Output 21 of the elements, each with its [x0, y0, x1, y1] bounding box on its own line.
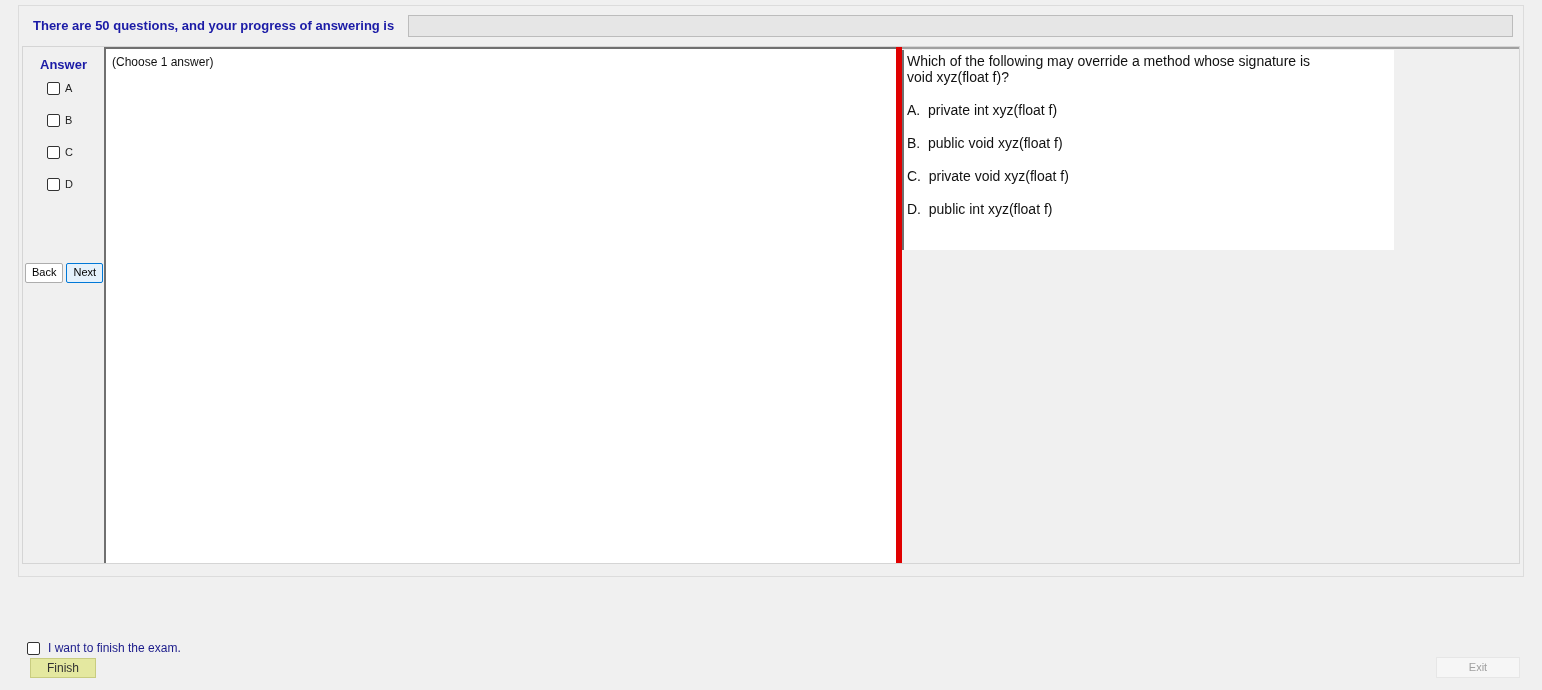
option-letter: C	[65, 145, 73, 161]
answer-checkbox[interactable]	[47, 114, 60, 127]
question-choice: B. public void xyz(float f)	[907, 135, 1064, 151]
option-letter: D	[65, 177, 73, 193]
back-button[interactable]: Back	[25, 262, 64, 283]
question-choice: A. private int xyz(float f)	[907, 102, 1059, 118]
answer-checkbox[interactable]	[47, 146, 60, 159]
progress-caption: There are 50 questions, and your progress of answering is	[33, 17, 395, 36]
finish-checkbox[interactable]	[27, 641, 40, 655]
answer-checkbox[interactable]	[47, 178, 60, 191]
answer-heading: Answer	[40, 56, 87, 74]
next-button[interactable]: Next	[66, 262, 104, 283]
answer-text-area[interactable]: (Choose 1 answer)	[104, 47, 896, 563]
finish-label: I want to finish the exam.	[48, 640, 181, 657]
finish-button[interactable]: Finish	[30, 658, 96, 678]
question-choice: C. private void xyz(float f)	[907, 168, 1070, 184]
answer-checkbox[interactable]	[47, 82, 60, 95]
option-letter: B	[65, 113, 73, 129]
question-choice: D. public int xyz(float f)	[907, 201, 1054, 217]
question-text: Which of the following may override a method whose signature is void xyz(float f)?	[907, 53, 1312, 85]
option-letter: A	[65, 81, 73, 97]
